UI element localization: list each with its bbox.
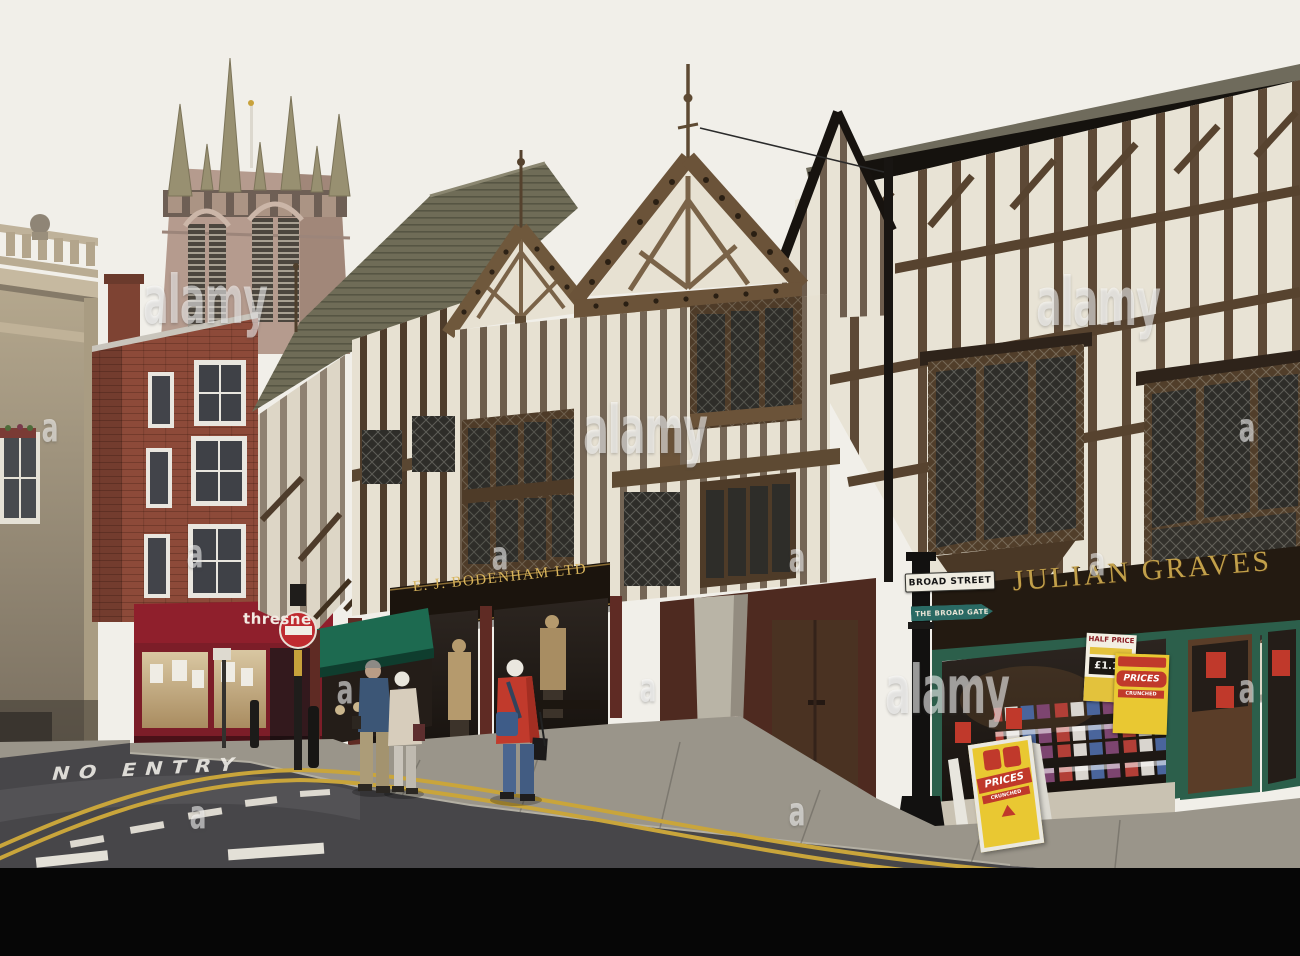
stone-building: [0, 214, 98, 762]
weathervane-icon: [248, 100, 254, 106]
stone-building-window: [0, 424, 40, 524]
stock-photo-frame: thresne E. J. BODENHAM LTD BROAD STREET …: [0, 0, 1300, 956]
mannequin: [448, 639, 471, 740]
prices-crunched-poster: PRICES CRUNCHED: [1112, 653, 1170, 735]
left-oriel-window: [920, 332, 1092, 590]
jg-door: [1180, 624, 1260, 800]
corbel-grotesque: [660, 428, 680, 470]
photo-ludlow-broad-street: thresne E. J. BODENHAM LTD BROAD STREET …: [0, 0, 1300, 868]
scene-art: [0, 0, 1300, 868]
poster-prices-text: PRICES: [1116, 670, 1167, 688]
ball-finial: [30, 214, 50, 234]
big-gable-bay-window: [690, 296, 802, 430]
broad-street-sign: BROAD STREET: [904, 570, 996, 593]
bollard: [308, 706, 319, 768]
aboard-triangle-icon: [1000, 803, 1016, 817]
broad-gate-arrow-sign: THE BROAD GATE: [911, 604, 993, 622]
alamy-footer-bar: alamy Image ID: B3JTB3 www.alamy.com: [0, 868, 1300, 956]
threshers-sign-text: thresne: [242, 609, 312, 629]
sash-windows: [144, 360, 247, 598]
poster-crunched-text: CRUNCHED: [1117, 689, 1165, 699]
bollard: [250, 700, 259, 748]
half-price-title: HALF PRICE: [1088, 634, 1135, 646]
threshers-door: [270, 648, 310, 742]
downpipe: [884, 158, 893, 582]
jg-side-window: [1262, 620, 1300, 792]
blue-shoulder-bag: [496, 712, 518, 736]
a-board-sign: PRICES CRUNCHED: [967, 735, 1045, 853]
